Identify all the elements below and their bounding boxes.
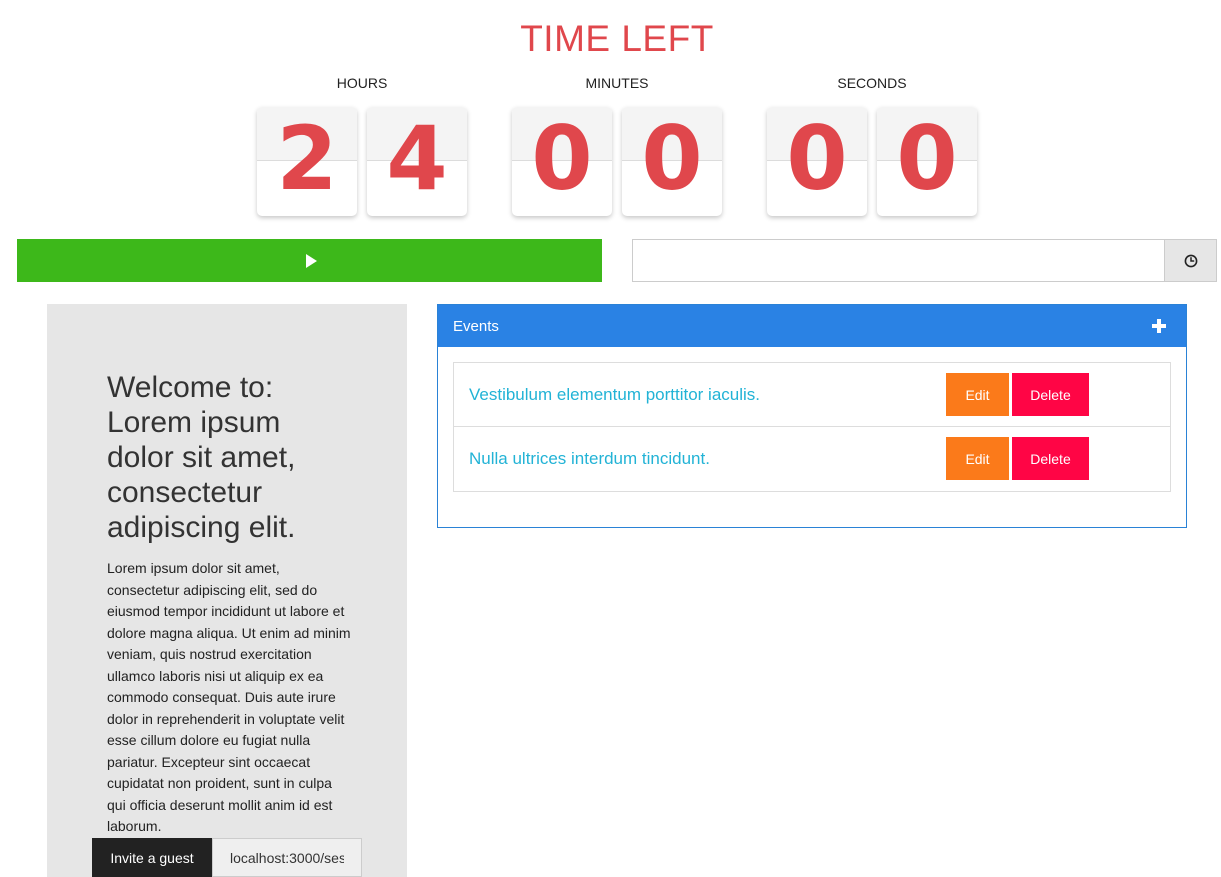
hours-label: HOURS: [336, 75, 388, 91]
delete-event-button[interactable]: Delete: [1012, 437, 1089, 480]
events-header: Events: [438, 305, 1186, 347]
plus-icon: [1152, 319, 1166, 333]
events-list: Vestibulum elementum porttitor iaculis. …: [453, 362, 1171, 492]
seconds-tens-card: 0: [767, 107, 867, 216]
welcome-heading: Welcome to: Lorem ipsum dolor sit amet, …: [107, 371, 296, 544]
seconds-label: SECONDS: [837, 75, 907, 91]
time-input[interactable]: [632, 239, 1165, 282]
minutes-tens-card: 0: [512, 107, 612, 216]
welcome-panel: Welcome to: Lorem ipsum dolor sit amet, …: [47, 304, 407, 877]
seconds-tens-digit: 0: [786, 107, 848, 210]
seconds-ones-card: 0: [877, 107, 977, 216]
invite-guest-button[interactable]: Invite a guest: [92, 838, 212, 877]
minutes-ones-card: 0: [622, 107, 722, 216]
seconds-ones-digit: 0: [896, 107, 958, 210]
edit-event-button[interactable]: Edit: [946, 373, 1009, 416]
edit-event-button[interactable]: Edit: [946, 437, 1009, 480]
hours-tens-card: 2: [257, 107, 357, 216]
events-panel: Events Vestibulum elementum porttitor ia…: [437, 304, 1187, 528]
hours-tens-digit: 2: [276, 107, 338, 210]
play-icon: [305, 253, 317, 268]
event-title-link[interactable]: Vestibulum elementum porttitor iaculis.: [469, 363, 760, 427]
minutes-label: MINUTES: [585, 75, 649, 91]
minutes-ones-digit: 0: [641, 107, 703, 210]
welcome-body: Lorem ipsum dolor sit amet, consectetur …: [107, 560, 351, 834]
hours-ones-digit: 4: [386, 107, 448, 210]
clock-icon: [1184, 254, 1197, 267]
countdown-title: TIME LEFT: [520, 18, 714, 59]
event-row: Nulla ultrices interdum tincidunt. Edit …: [454, 427, 1170, 491]
minutes-tens-digit: 0: [531, 107, 593, 210]
event-row: Vestibulum elementum porttitor iaculis. …: [454, 363, 1170, 427]
time-picker-button[interactable]: [1164, 239, 1217, 282]
events-heading: Events: [453, 317, 499, 335]
hours-ones-card: 4: [367, 107, 467, 216]
add-event-button[interactable]: [1147, 314, 1171, 338]
play-button[interactable]: [17, 239, 602, 282]
event-title-link[interactable]: Nulla ultrices interdum tincidunt.: [469, 427, 710, 491]
invite-row: Invite a guest: [92, 838, 362, 877]
invite-link-field[interactable]: [212, 838, 362, 877]
delete-event-button[interactable]: Delete: [1012, 373, 1089, 416]
